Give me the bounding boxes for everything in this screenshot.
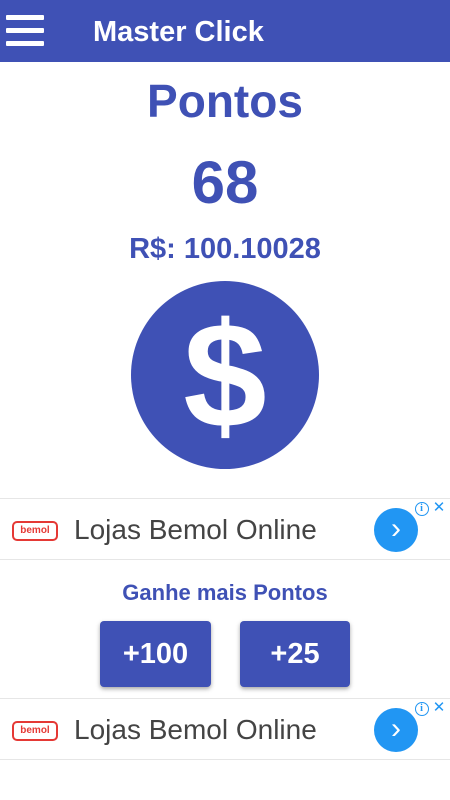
bemol-logo-text: bemol xyxy=(20,525,50,536)
points-value: 68 xyxy=(191,149,259,216)
ad-close-icon[interactable]: ✕ xyxy=(432,700,446,716)
plus-25-button[interactable]: +25 xyxy=(240,621,350,687)
ad-banner-bottom[interactable]: bemol Lojas Bemol Online › i ✕ xyxy=(0,698,450,760)
info-glyph: i xyxy=(420,503,423,514)
menu-line xyxy=(6,15,44,20)
points-label: Pontos xyxy=(147,75,303,127)
menu-line xyxy=(6,28,44,33)
ad-banner-top[interactable]: bemol Lojas Bemol Online › i ✕ xyxy=(0,498,450,560)
dollar-icon: $ xyxy=(183,291,267,459)
ad-arrow-button[interactable]: › xyxy=(374,508,418,552)
app-title: Master Click xyxy=(93,16,264,48)
ad-text: Lojas Bemol Online xyxy=(74,714,317,745)
earn-more-label: Ganhe mais Pontos xyxy=(122,580,328,605)
balance-amount: R$: 100.10028 xyxy=(129,233,321,265)
app-bar: Master Click xyxy=(0,0,450,62)
chevron-right-icon: › xyxy=(391,712,401,745)
ad-info-icon[interactable]: i xyxy=(415,702,429,716)
info-glyph: i xyxy=(420,703,423,714)
bemol-logo-text: bemol xyxy=(20,725,50,736)
bemol-logo: bemol xyxy=(12,721,58,741)
chevron-right-icon: › xyxy=(391,512,401,545)
bemol-logo: bemol xyxy=(12,521,58,541)
hamburger-menu-icon[interactable] xyxy=(6,13,44,49)
menu-line xyxy=(6,41,44,46)
ad-close-icon[interactable]: ✕ xyxy=(432,500,446,516)
ad-text: Lojas Bemol Online xyxy=(74,514,317,545)
dollar-click-button[interactable]: $ xyxy=(131,281,319,469)
ad-arrow-button[interactable]: › xyxy=(374,708,418,752)
ad-info-icon[interactable]: i xyxy=(415,502,429,516)
plus-100-button[interactable]: +100 xyxy=(100,621,211,687)
